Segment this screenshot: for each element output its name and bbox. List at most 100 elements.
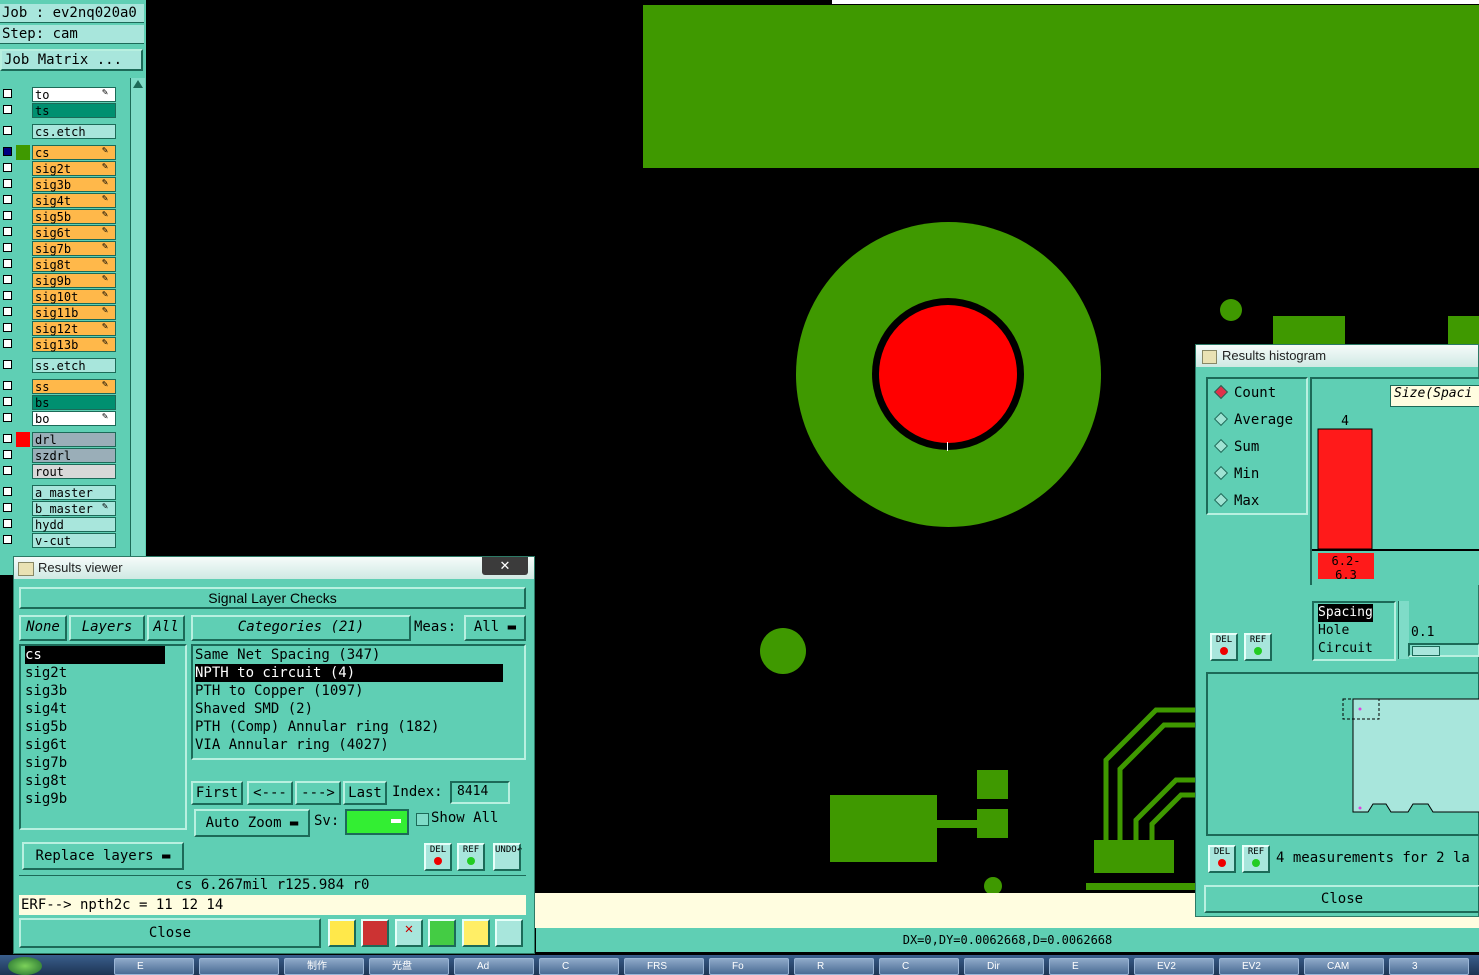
layer-color-swatch[interactable] (16, 448, 30, 463)
first-button[interactable]: First (191, 781, 243, 805)
del-button[interactable]: DEL (424, 843, 452, 871)
layer-row-ss.etch[interactable]: ss.etch (0, 358, 120, 373)
taskbar-item[interactable]: 3 (1389, 958, 1469, 975)
layer-checkbox[interactable] (3, 227, 12, 236)
layer-color-swatch[interactable] (16, 485, 30, 500)
edit-pencil-icon[interactable]: ✎ (102, 145, 118, 156)
edit-pencil-icon[interactable]: ✎ (102, 161, 118, 172)
layer-color-swatch[interactable] (16, 241, 30, 256)
layer-checkbox[interactable] (3, 360, 12, 369)
edit-pencil-icon[interactable]: ✎ (102, 257, 118, 268)
taskbar-item[interactable]: CAM (1304, 958, 1384, 975)
category-list-item[interactable]: NPTH to circuit (4) (195, 664, 503, 682)
layer-row-sig8t[interactable]: sig8t ✎ (0, 257, 120, 272)
filter-listbox[interactable]: Spacing Hole Circuit (1312, 601, 1396, 661)
layer-row-to[interactable]: to ✎ (0, 87, 120, 102)
scroll-up-icon[interactable] (133, 80, 143, 88)
layer-color-swatch[interactable] (16, 501, 30, 516)
sv-color-select[interactable] (345, 809, 409, 835)
tool-icon-3[interactable]: ✕ (395, 919, 423, 947)
layer-row-sig10t[interactable]: sig10t ✎ (0, 289, 120, 304)
layer-checkbox[interactable] (3, 89, 12, 98)
edit-pencil-icon[interactable]: ✎ (102, 337, 118, 348)
layer-name[interactable]: bs (32, 395, 116, 410)
category-list-item[interactable]: PTH (Comp) Annular ring (182) (195, 718, 524, 736)
layer-checkbox[interactable] (3, 147, 12, 156)
mode-radio-average[interactable]: Average (1213, 411, 1293, 428)
layer-row-bo[interactable]: bo ✎ (0, 411, 120, 426)
layer-color-swatch[interactable] (16, 517, 30, 532)
layer-checkbox[interactable] (3, 211, 12, 220)
taskbar-item[interactable]: E (114, 958, 194, 975)
ref-button[interactable]: REF (457, 843, 485, 871)
layer-color-swatch[interactable] (16, 432, 30, 447)
tool-icon-1[interactable] (328, 919, 356, 947)
layer-color-swatch[interactable] (16, 321, 30, 336)
layer-row-szdrl[interactable]: szdrl (0, 448, 120, 463)
layer-row-sig6t[interactable]: sig6t ✎ (0, 225, 120, 240)
layer-name[interactable]: drl (32, 432, 116, 447)
edit-pencil-icon[interactable]: ✎ (102, 289, 118, 300)
layer-list-scrollbar[interactable] (130, 78, 145, 575)
layer-color-swatch[interactable] (16, 145, 30, 160)
layer-checkbox[interactable] (3, 466, 12, 475)
start-button[interactable] (8, 957, 42, 975)
layer-row-sig5b[interactable]: sig5b ✎ (0, 209, 120, 224)
hist-del-button-2[interactable]: DEL (1208, 845, 1236, 873)
layer-color-swatch[interactable] (16, 337, 30, 352)
layer-color-swatch[interactable] (16, 411, 30, 426)
layer-checkbox[interactable] (3, 179, 12, 188)
layer-name[interactable]: v-cut (32, 533, 116, 548)
layer-row-sig9b[interactable]: sig9b ✎ (0, 273, 120, 288)
taskbar-item[interactable]: C (879, 958, 959, 975)
layer-color-swatch[interactable] (16, 124, 30, 139)
layer-row-ts[interactable]: ts (0, 103, 120, 118)
taskbar-item[interactable]: EV2 (1134, 958, 1214, 975)
layer-checkbox[interactable] (3, 195, 12, 204)
layer-color-swatch[interactable] (16, 289, 30, 304)
taskbar-item[interactable]: Ad (454, 958, 534, 975)
tool-icon-5[interactable] (462, 919, 490, 947)
layer-row-sig11b[interactable]: sig11b ✎ (0, 305, 120, 320)
histogram-bar[interactable] (1317, 428, 1373, 550)
layer-row-sig12t[interactable]: sig12t ✎ (0, 321, 120, 336)
layer-color-swatch[interactable] (16, 464, 30, 479)
overview-map[interactable] (1206, 672, 1479, 836)
layer-checkbox[interactable] (3, 126, 12, 135)
categories-button[interactable]: Categories (21) (191, 615, 411, 641)
layer-list-item[interactable]: sig7b (25, 754, 185, 772)
layer-color-swatch[interactable] (16, 209, 30, 224)
layer-row-sig2t[interactable]: sig2t ✎ (0, 161, 120, 176)
layer-checkbox[interactable] (3, 434, 12, 443)
histogram-titlebar[interactable]: Results histogram (1196, 345, 1478, 367)
layer-checkbox[interactable] (3, 381, 12, 390)
all-layers-button[interactable]: All (147, 615, 185, 641)
last-button[interactable]: Last (343, 781, 387, 805)
layer-list-item[interactable]: sig2t (25, 664, 185, 682)
taskbar-item[interactable] (199, 958, 279, 975)
edit-pencil-icon[interactable]: ✎ (102, 209, 118, 220)
layers-button[interactable]: Layers (69, 615, 145, 641)
edit-pencil-icon[interactable]: ✎ (102, 241, 118, 252)
edit-pencil-icon[interactable]: ✎ (102, 177, 118, 188)
prev-button[interactable]: <--- (247, 781, 293, 805)
edit-pencil-icon[interactable]: ✎ (102, 225, 118, 236)
layer-row-b_master[interactable]: b_master ✎ (0, 501, 120, 516)
category-list-item[interactable]: Shaved SMD (2) (195, 700, 524, 718)
next-button[interactable]: ---> (295, 781, 341, 805)
taskbar-item[interactable]: 制作 (284, 958, 364, 975)
layer-list-item[interactable]: sig8t (25, 772, 185, 790)
taskbar-item[interactable]: FRS (624, 958, 704, 975)
layer-checkbox[interactable] (3, 503, 12, 512)
edit-pencil-icon[interactable]: ✎ (102, 321, 118, 332)
job-matrix-button[interactable]: Job Matrix ... (0, 49, 143, 71)
hist-ref-button-2[interactable]: REF (1242, 845, 1270, 873)
edit-pencil-icon[interactable]: ✎ (102, 193, 118, 204)
replace-layers-button[interactable]: Replace layers ▬ (22, 842, 184, 870)
layer-checkbox[interactable] (3, 259, 12, 268)
category-list-item[interactable]: VIA Annular ring (4027) (195, 736, 524, 754)
filter-list-item[interactable]: Spacing (1318, 604, 1373, 622)
layer-row-cs[interactable]: cs ✎ (0, 145, 120, 160)
edit-pencil-icon[interactable]: ✎ (102, 305, 118, 316)
layer-name[interactable]: ss.etch (32, 358, 116, 373)
